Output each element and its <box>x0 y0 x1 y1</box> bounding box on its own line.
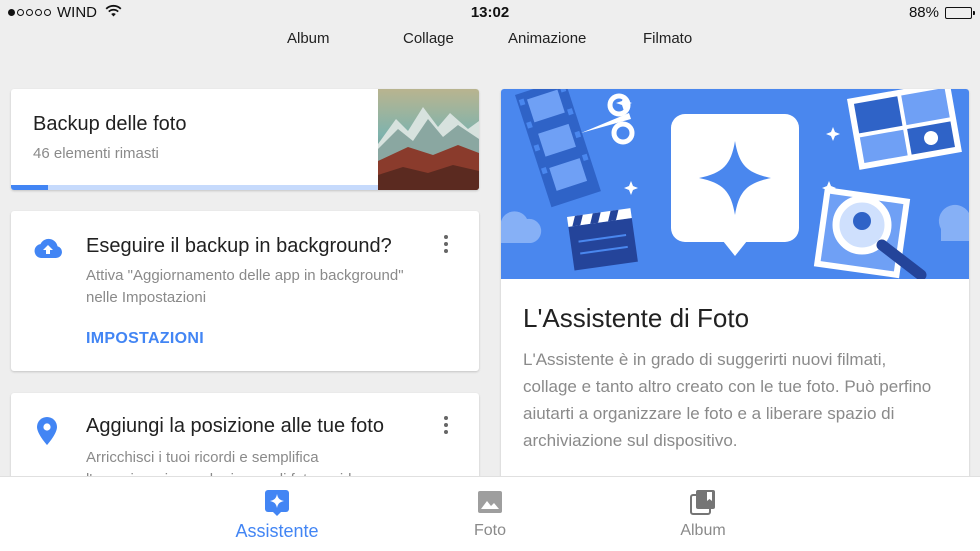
assistant-card[interactable]: L'Assistente di Foto L'Assistente è in g… <box>501 89 969 509</box>
backup-card[interactable]: Backup delle foto 46 elementi rimasti <box>11 89 479 190</box>
status-bar: WIND 13:02 88% <box>0 0 980 28</box>
bottom-navigation: Assistente Foto Album <box>0 476 980 551</box>
location-pin-icon <box>37 417 57 450</box>
menu-album[interactable]: Album <box>287 30 330 47</box>
assistant-banner-illustration <box>501 89 969 279</box>
settings-button[interactable]: IMPOSTAZIONI <box>86 330 204 348</box>
location-title: Aggiungi la posizione alle tue foto <box>86 415 384 437</box>
backup-progress-fill <box>11 185 48 190</box>
menu-filmato[interactable]: Filmato <box>643 30 692 47</box>
nav-label-assistente: Assistente <box>235 521 319 541</box>
status-right: 88% <box>908 4 975 21</box>
nav-label-foto: Foto <box>473 522 506 539</box>
menu-collage[interactable]: Collage <box>403 30 454 47</box>
nav-label-album: Album <box>680 522 726 539</box>
status-time: 13:02 <box>470 4 510 21</box>
assistant-body: L'Assistente è in grado di suggerirti nu… <box>523 350 932 450</box>
backup-title: Backup delle foto <box>33 113 187 135</box>
assistant-title: L'Assistente di Foto <box>523 303 750 333</box>
nav-assistente[interactable]: Assistente <box>207 477 347 551</box>
nav-foto[interactable]: Foto <box>420 477 560 551</box>
create-menu: Album Collage Animazione Filmato <box>0 30 980 54</box>
cloud-upload-icon <box>33 237 63 264</box>
backup-photo-thumbnail <box>378 89 479 190</box>
photo-icon <box>477 489 503 515</box>
battery-icon <box>945 6 975 19</box>
backup-subtitle: 46 elementi rimasti <box>33 145 159 162</box>
background-backup-card: Eseguire il backup in background? Attiva… <box>11 211 479 371</box>
background-backup-body: Attiva "Aggiornamento delle app in backg… <box>86 267 404 306</box>
more-options-icon[interactable] <box>435 233 457 255</box>
background-backup-title: Eseguire il backup in background? <box>86 235 392 257</box>
nav-album[interactable]: Album <box>633 477 773 551</box>
album-icon <box>690 489 716 515</box>
menu-animazione[interactable]: Animazione <box>508 30 586 47</box>
backup-progress-bar <box>11 185 378 190</box>
assistant-icon <box>264 489 290 516</box>
battery-percent: 88% <box>908 4 939 21</box>
more-options-icon[interactable] <box>435 414 457 436</box>
